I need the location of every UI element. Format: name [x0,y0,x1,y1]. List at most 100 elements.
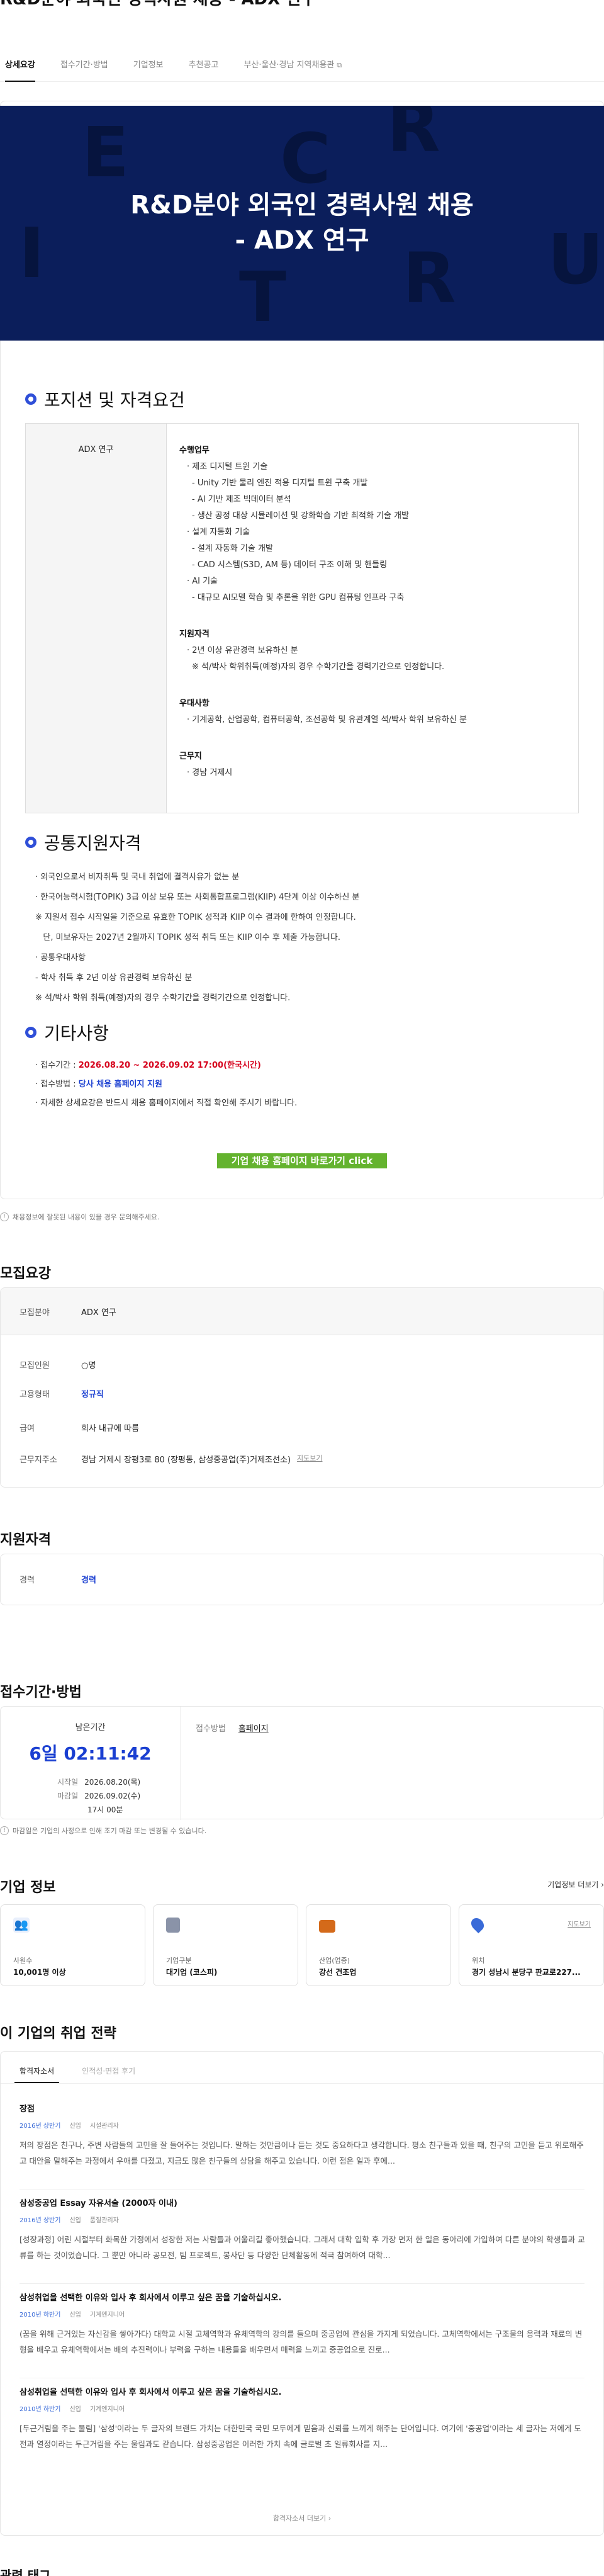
essay-meta: 2010년 하반기 신입 기계엔지니어 [20,2309,586,2319]
summary-row: 모집인원 ○명 [20,1359,96,1370]
etc-detail: · 자세한 상세요강은 반드시 채용 홈페이지에서 직접 확인해 주시기 바랍니… [35,1099,298,1108]
qualification-value: 경력 [81,1576,96,1585]
people-icon: 👥 [13,1918,30,1933]
company-cards: 👥 사원수 10,001명 이상 기업구분 대기업 (코스피) 산업(업종) 강… [0,1904,604,1986]
building-icon [166,1918,180,1933]
method-label: 접수방법 [196,1724,226,1734]
etc-period-value: 2026.08.20 ~ 2026.09.02 17:00(한국시간) [78,1061,261,1070]
list-item: - 학사 취득 후 2년 이상 유관경력 보유하신 분 [35,973,193,983]
tab-essays[interactable]: 합격자소서 [14,2059,60,2083]
etc-period-label: · 접수기간 : [35,1061,79,1070]
essay-item[interactable]: 삼성취업을 선택한 이유와 입사 후 회사에서 이루고 싶은 꿈을 기술하십시오… [20,2291,586,2358]
list-item: - AI 기반 제조 빅데이터 분석 [192,495,291,504]
summary-label: 고용형태 [20,1390,50,1399]
summary-row: 고용형태 정규직 [20,1387,104,1399]
company-heading: 기업 정보 [0,1880,56,1895]
start-date: 시작일 2026.08.20(목) [57,1775,180,1789]
position-heading-text: 포지션 및 자격요건 [44,390,185,410]
list-item: ※ 석/박사 학위취득(예정)자의 경우 수학기간을 경력기간으로 인정합니다. [192,662,445,672]
essay-field: 기계엔지니어 [89,2312,125,2319]
essay-meta: 2016년 상반기 신입 품질관리자 [20,2215,586,2224]
list-item: · 제조 디지털 트윈 기술 [187,462,268,472]
list-item: · 기계공학, 산업공학, 컴퓨터공학, 조선공학 및 유관계열 석/박사 학위… [187,715,467,725]
summary-label: 근무지주소 [20,1455,57,1465]
strategy-heading: 이 기업의 취업 전략 [0,2026,116,2042]
essay-year: 2010년 하반기 [20,2312,61,2319]
essay-item[interactable]: 삼성취업을 선택한 이유와 입사 후 회사에서 이루고 싶은 꿈을 기술하십시오… [20,2385,586,2452]
job-banner: E R C I U T R R&D분야 외국인 경력사원 채용 - ADX 연구 [0,106,604,341]
strategy-box: 합격자소서 인적성·면접 후기 장점 2016년 상반기 신입 시설관리자 저의 장점은… [0,2051,604,2536]
page-title: R&D분야 외국인 경력사원 채용 - ADX 연구 [0,0,316,9]
essay-meta: 2010년 하반기 신입 기계엔지니어 [20,2404,586,2413]
info-icon: ! [0,1826,9,1835]
list-item: - 대규모 AI모델 학습 및 추론을 위한 GPU 컴퓨팅 인프라 구축 [192,593,405,602]
card-value: 강선 건조업 [319,1968,357,1977]
summary-value: 회사 내규에 따름 [81,1424,139,1433]
card-map-link[interactable]: 지도보기 [568,1919,591,1928]
summary-label: 모집분야 [20,1308,50,1318]
essay-title: 삼성중공업 Essay 자유서술 (2000자 이내) [20,2199,177,2208]
chevron-right-icon: › [328,2514,332,2522]
tab-company[interactable]: 기업정보 [133,49,164,82]
company-more-link[interactable]: 기업정보 더보기 › [547,1879,604,1890]
essay-body: [두근거림을 주는 물림] '삼성'이라는 두 글자의 브랜드 가치는 대한민국… [20,2424,581,2449]
bullet-circle-icon [25,393,36,405]
banner-title-line1: R&D분야 외국인 경력사원 채용 [130,191,474,220]
location-list: · 경남 거제시 [179,765,566,781]
banner-decoration: R [387,106,440,167]
method-link[interactable]: 홈페이지 [238,1724,269,1734]
qual-list: · 2년 이상 유관경력 보유하신 분 ※ 석/박사 학위취득(예정)자의 경우 … [179,643,566,675]
qual-heading: 지원자격 [179,630,210,639]
end-value: 2026.09.02(수) [84,1792,141,1800]
essay-item[interactable]: 삼성중공업 Essay 자유서술 (2000자 이내) 2016년 상반기 신입 품질… [20,2196,586,2263]
essay-field: 시설관리자 [89,2123,119,2130]
map-link[interactable]: 지도보기 [297,1453,322,1465]
duty-list: · 제조 디지털 트윈 기술 - Unity 기반 물리 엔진 적용 디지털 트윈… [179,459,566,606]
countdown: 6일 02:11:42 [29,1743,152,1764]
strategy-more-link[interactable]: 합격자소서 더보기 › [0,2513,604,2523]
summary-row: 근무지주소 경남 거제시 장평3로 80 (장평동, 삼성중공업(주)거제조선소)… [20,1453,323,1465]
tab-period[interactable]: 접수기간·방법 [60,49,108,82]
summary-label: 급여 [20,1424,35,1433]
company-card[interactable]: 산업(업종) 강선 건조업 [306,1904,451,1986]
card-value: 대기업 (코스피) [166,1968,218,1977]
location-heading: 근무지 [179,752,202,761]
summary-label: 모집인원 [20,1361,50,1370]
tab-interview-reviews[interactable]: 인적성·면접 후기 [82,2059,135,2083]
preferred-heading: 우대사항 [179,699,210,708]
essay-body: 저의 장점은 친구나, 주변 사람들의 고민을 잘 들어주는 것입니다. 말하는… [20,2140,584,2166]
position-details: 수행업무 · 제조 디지털 트윈 기술 - Unity 기반 물리 엔진 적용 디… [167,424,578,813]
essay-year: 2016년 상반기 [20,2123,61,2130]
external-link-icon: ⧉ [337,60,342,69]
apply-homepage-button[interactable]: 기업 채용 홈페이지 바로가기 click [217,1153,387,1168]
method-row: 접수방법 홈페이지 [196,1722,269,1734]
summary-value: ○명 [81,1361,96,1370]
essay-meta: 2016년 상반기 신입 시설관리자 [20,2120,586,2130]
tab-recommend[interactable]: 추천공고 [189,49,219,82]
essay-item[interactable]: 장점 2016년 상반기 신입 시설관리자 저의 장점은 친구나, 주변 사람들의 고민… [20,2102,586,2169]
card-label: 기업구분 [166,1957,192,1965]
essay-type: 신입 [69,2312,81,2319]
list-item: - CAD 시스템(S3D, AM 등) 데이터 구조 이해 및 핸들링 [192,560,388,570]
tab-region[interactable]: 부산·울산·경남 지역채용관 ⧉ [243,49,342,82]
list-item: · 설계 자동화 기술 [187,528,250,537]
etc-method-label: · 접수방법 : [35,1080,79,1089]
company-card[interactable]: 지도보기 위치 경기 성남시 분당구 판교로227... [459,1904,604,1986]
notice-text[interactable]: 채용정보에 잘못된 내용이 있을 경우 문의해주세요. [13,1212,160,1222]
tab-detail[interactable]: 상세요강 [5,49,35,82]
card-label: 산업(업종) [319,1957,350,1965]
period-box: 남은기간 6일 02:11:42 시작일 2026.08.20(목) 마감일 202… [0,1706,604,1820]
etc-list: · 접수기간 : 2026.08.20 ~ 2026.09.02 17:00(한… [35,1056,576,1113]
summary-value: ADX 연구 [81,1308,116,1318]
company-card[interactable]: 기업구분 대기업 (코스피) [153,1904,298,1986]
banner-title-line2: - ADX 연구 [235,226,369,255]
company-card[interactable]: 👥 사원수 10,001명 이상 [0,1904,145,1986]
info-icon: ! [0,1212,9,1221]
list-item: ※ 지원서 접수 시작일을 기준으로 유효한 TOPIK 성적과 KIIP 이수… [35,913,356,922]
summary-row: 모집분야 ADX 연구 [20,1306,116,1318]
list-item: ※ 석/박사 학위 취득(예정)자의 경우 수학기간을 경력기간으로 인정합니다… [35,993,291,1003]
location-pin-icon [468,1915,487,1934]
list-item: · 한국어능력시험(TOPIK) 3급 이상 보유 또는 사회통합프로그램(KI… [35,893,360,902]
card-label: 위치 [472,1957,485,1965]
list-item: - 생산 공정 대상 시뮬레이션 및 강화학습 기반 최적화 기술 개발 [192,511,410,521]
